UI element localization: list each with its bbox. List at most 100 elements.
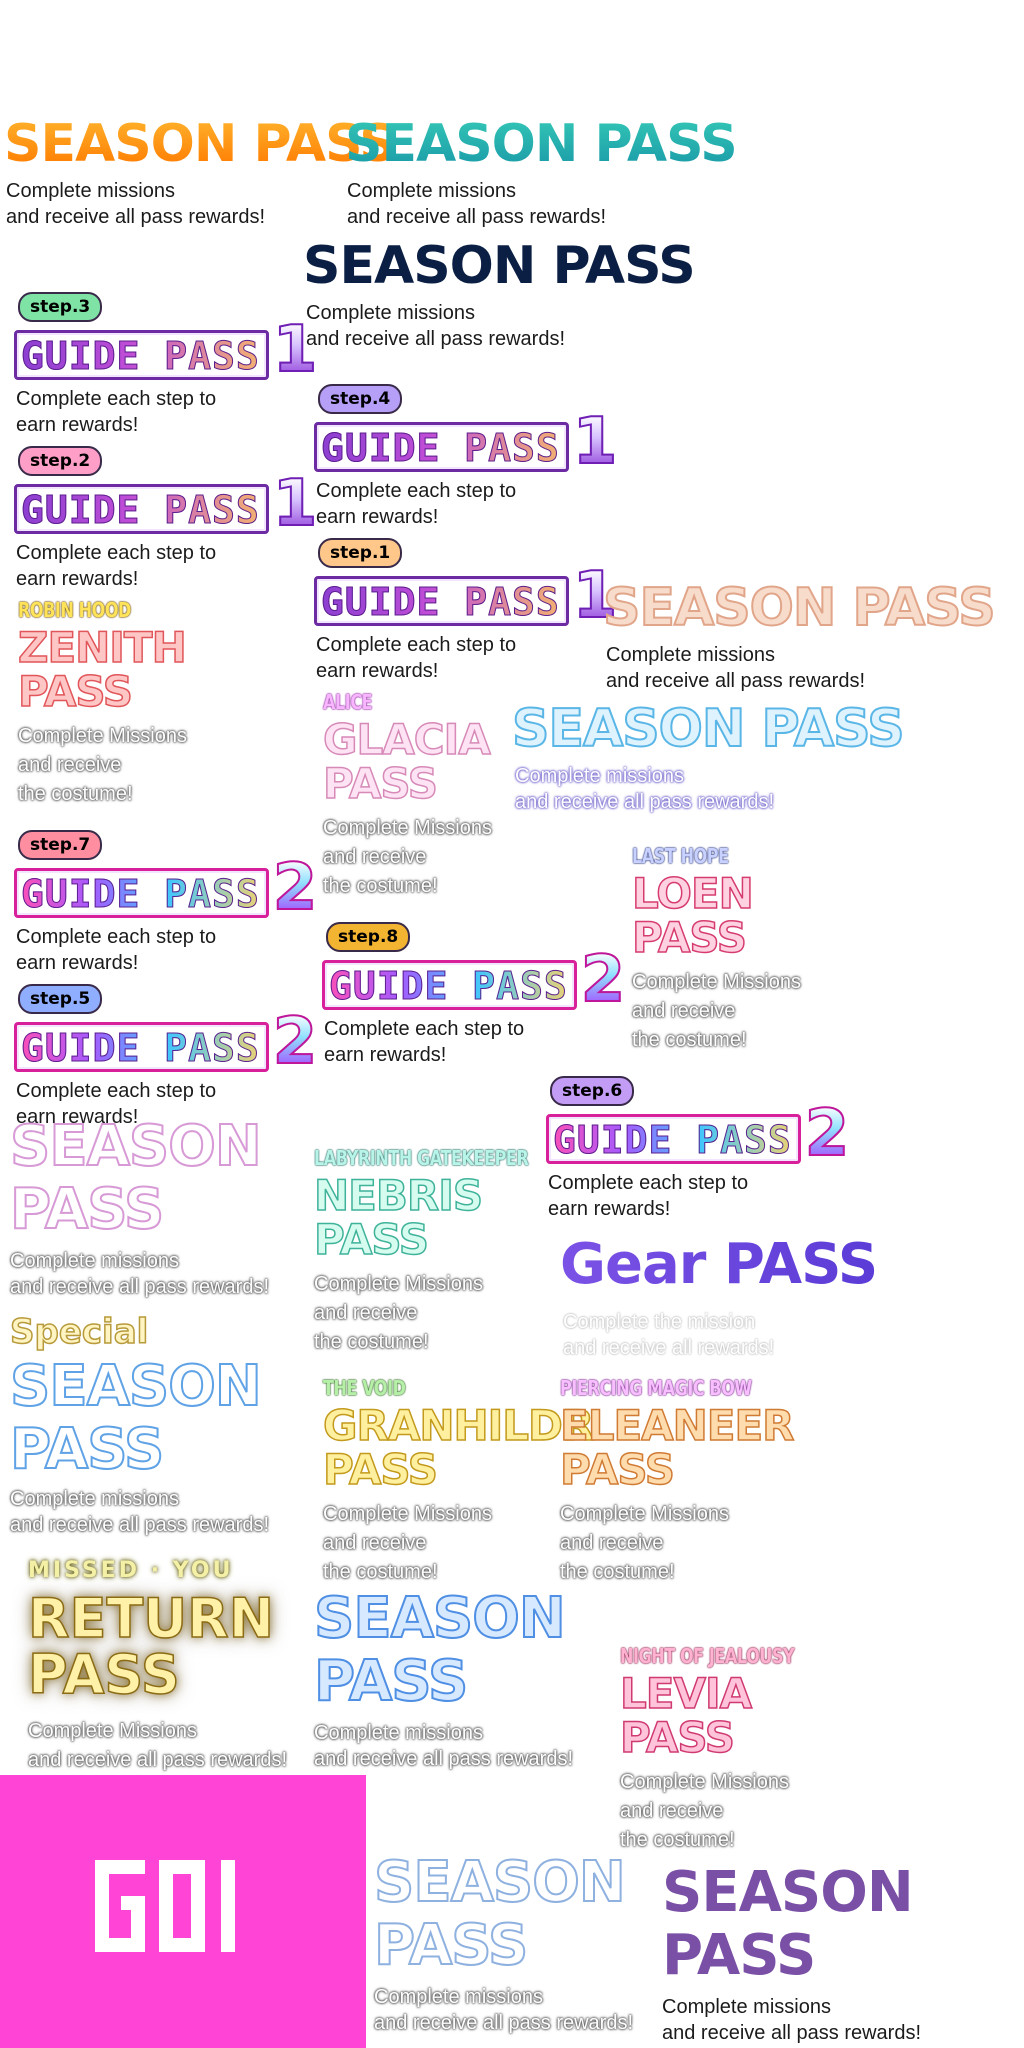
season-pass-desc: Complete missions and receive all pass r…: [314, 1721, 574, 1770]
costume-pass-desc: Complete Missions and receive the costum…: [323, 1503, 492, 1583]
nebris-pass: LABYRINTH GATEKEEPER NEBRIS PASS Complet…: [313, 1148, 582, 1357]
season-pass-desc: Complete missions and receive all pass r…: [10, 1487, 270, 1536]
costume-pass-name: GLACIA: [322, 715, 491, 764]
season-pass-title: SEASON PASS: [4, 114, 397, 174]
special-season-pass: Special SEASON PASS Complete missions an…: [9, 1311, 270, 1538]
guide-pass-number: 2: [804, 1097, 851, 1172]
guide-pass-logo: GUIDE PASS: [322, 960, 577, 1010]
step-badge: step.6: [550, 1076, 635, 1106]
guide-pass-desc: Complete each step to earn rewards!: [16, 926, 217, 974]
costume-pass-name: ZENITH: [17, 623, 187, 672]
guide-pass-step1: step.1 GUIDE PASS 1 Complete each step t…: [314, 538, 618, 684]
step-badge: step.3: [18, 292, 103, 322]
step-badge: step.5: [18, 984, 103, 1014]
costume-pass-word: PASS: [619, 1713, 736, 1762]
costume-pass-word: PASS: [17, 667, 134, 716]
step-badge: step.4: [318, 384, 403, 414]
guide-pass-step5: step.5 GUIDE PASS 2 Complete each step t…: [14, 984, 319, 1130]
season-pass-desc: Complete missions and receive all pass r…: [662, 1995, 922, 2044]
costume-pass-desc: Complete Missions and receive the costum…: [314, 1273, 483, 1353]
step-badge: step.1: [318, 538, 403, 568]
costume-pass-desc: Complete Missions and receive the costum…: [620, 1771, 789, 1851]
guide-pass-number: 2: [272, 1005, 319, 1080]
granhildr-pass: THE VOID GRANHILDR PASS Complete Mission…: [322, 1376, 595, 1587]
return-pass-word: PASS: [27, 1643, 180, 1706]
glacia-pass: ALICE GLACIA PASS Complete Missions and …: [322, 690, 492, 901]
season-word: SEASON: [9, 1354, 263, 1419]
season-word: SEASON: [9, 1114, 263, 1179]
costume-tag: LAST HOPE: [632, 844, 729, 868]
costume-pass-name: NEBRIS: [313, 1171, 484, 1220]
costume-pass-name: LEVIA: [619, 1669, 753, 1718]
season-pass-sky: SEASON PASS Complete missions and receiv…: [511, 699, 906, 815]
season-word: SEASON: [662, 1860, 914, 1925]
guide-pass-step4: step.4 GUIDE PASS 1 Complete each step t…: [314, 384, 618, 530]
step-badge: step.8: [326, 922, 411, 952]
season-pass-purple-stacked: SEASON PASS Complete missions and receiv…: [662, 1860, 922, 2046]
season-pass-desc: Complete missions and receive all pass r…: [6, 180, 266, 228]
costume-pass-word: PASS: [322, 1445, 439, 1494]
costume-pass-word: PASS: [322, 759, 439, 808]
season-pass-desc: Complete missions and receive all pass r…: [374, 1985, 634, 2034]
guide-pass-logo: GUIDE PASS: [14, 868, 269, 918]
step-badge: step.2: [18, 446, 103, 476]
season-pass-teal: SEASON PASS Complete missions and receiv…: [345, 114, 738, 230]
costume-pass-desc: Complete Missions and receive the costum…: [560, 1503, 729, 1583]
season-word: SEASON: [373, 1850, 627, 1915]
guide-pass-desc: Complete each step to earn rewards!: [16, 542, 217, 590]
zenith-pass: ROBIN HOOD ZENITH PASS Complete Missions…: [17, 600, 187, 809]
pass-word: PASS: [9, 1176, 165, 1242]
costume-pass-word: PASS: [631, 913, 748, 962]
season-pass-navy: SEASON PASS Complete missions and receiv…: [303, 240, 696, 352]
season-pass-orange: SEASON PASS Complete missions and receiv…: [4, 114, 397, 230]
pass-word: PASS: [662, 1922, 816, 1988]
guide-pass-logo: GUIDE PASS: [314, 576, 569, 626]
season-pass-title: SEASON PASS: [511, 699, 906, 759]
guide-pass-step6: step.6 GUIDE PASS 2 Complete each step t…: [546, 1076, 851, 1222]
season-pass-desc: Complete missions and receive all pass r…: [306, 302, 566, 350]
season-pass-title: SEASON PASS: [345, 114, 738, 174]
step-badge: step.7: [18, 830, 103, 860]
guide-pass-desc: Complete each step to earn rewards!: [316, 634, 517, 682]
pass-word: PASS: [373, 1912, 529, 1978]
costume-tag: NIGHT OF JEALOUSY: [620, 1644, 795, 1668]
season-pass-desc: Complete missions and receive all pass r…: [606, 644, 866, 692]
season-word: SEASON: [313, 1586, 567, 1651]
costume-pass-desc: Complete Missions and receive the costum…: [18, 725, 187, 805]
return-word: RETURN: [27, 1587, 274, 1650]
season-pass-desc: Complete missions and receive all pass r…: [10, 1249, 270, 1298]
costume-pass-name: ELEANEER: [559, 1401, 795, 1450]
guide-pass-number: 2: [272, 851, 319, 926]
pixel-logo-panel: [0, 1775, 366, 2048]
guide-pass-logo: GUIDE PASS: [314, 422, 569, 472]
guide-pass-step2: step.2 GUIDE PASS 1 Complete each step t…: [14, 446, 319, 592]
gear-pass-title: Gear PASS: [560, 1232, 878, 1297]
return-pass: MISSED · YOU RETURN PASS Complete Missio…: [27, 1558, 288, 1775]
levia-pass: NIGHT OF JEALOUSY LEVIA PASS Complete Mi…: [619, 1644, 838, 1855]
guide-pass-number: 1: [272, 467, 319, 542]
guide-pass-step8: step.8 GUIDE PASS 2 Complete each step t…: [322, 922, 627, 1068]
guide-pass-logo: GUIDE PASS: [14, 330, 269, 380]
costume-pass-desc: Complete Missions and receive the costum…: [632, 971, 801, 1051]
guide-pass-desc: Complete each step to earn rewards!: [324, 1018, 525, 1066]
costume-tag: ALICE: [323, 690, 373, 714]
guide-pass-logo: GUIDE PASS: [14, 484, 269, 534]
costume-pass-word: PASS: [313, 1215, 430, 1264]
costume-pass-word: PASS: [559, 1445, 676, 1494]
costume-tag: PIERCING MAGIC BOW: [560, 1376, 752, 1400]
guide-pass-number: 2: [580, 943, 627, 1018]
costume-tag: THE VOID: [323, 1376, 406, 1400]
guide-pass-logo: GUIDE PASS: [14, 1022, 269, 1072]
pass-word: PASS: [313, 1648, 469, 1714]
pixel-logo-icon: [95, 1860, 235, 1952]
gear-pass: Gear PASS Complete the mission and recei…: [560, 1232, 878, 1361]
loen-pass: LAST HOPE LOEN PASS Complete Missions an…: [631, 844, 801, 1055]
special-label: Special: [9, 1311, 149, 1353]
season-pass-title: SEASON PASS: [602, 578, 997, 638]
season-pass-desc: Complete missions and receive all pass r…: [347, 180, 607, 228]
season-pass-pink-stacked: SEASON PASS Complete missions and receiv…: [9, 1114, 270, 1300]
season-pass-desc: Complete missions and receive all pass r…: [515, 765, 775, 813]
return-pass-desc: Complete Missions and receive all pass r…: [28, 1720, 288, 1771]
gear-pass-desc: Complete the mission and receive all rew…: [563, 1311, 775, 1359]
costume-pass-name: LOEN: [631, 869, 754, 918]
